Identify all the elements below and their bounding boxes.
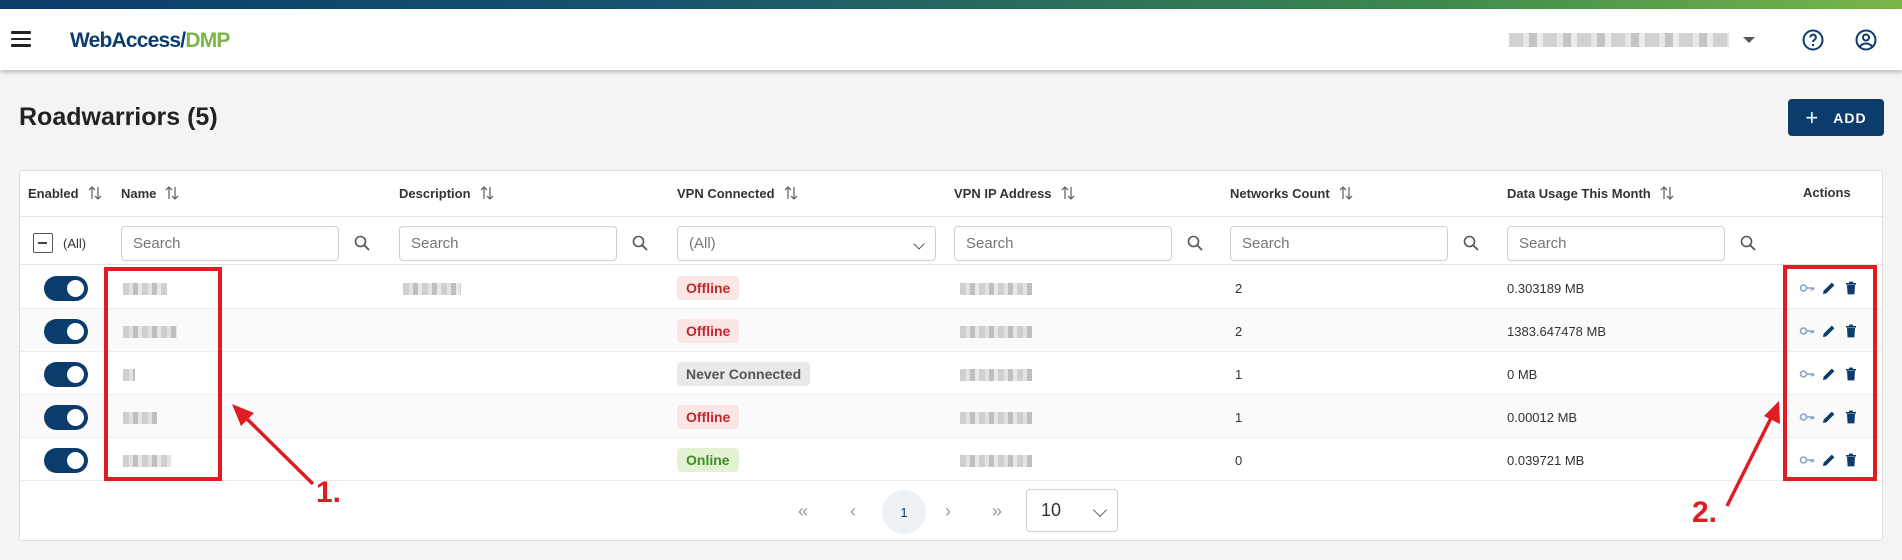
data-usage-cell: 1383.647478 MB bbox=[1507, 324, 1607, 339]
column-header-vpn-ip[interactable]: VPN IP Address bbox=[954, 185, 1076, 201]
brand-gradient-strip bbox=[0, 0, 1902, 9]
search-icon[interactable] bbox=[1740, 235, 1756, 251]
user-account-name-redacted[interactable] bbox=[1509, 33, 1729, 47]
next-page-icon[interactable]: › bbox=[945, 501, 951, 522]
search-icon[interactable] bbox=[354, 235, 370, 251]
annotation-callout-2: 2. bbox=[1692, 496, 1718, 529]
table-row[interactable]: Offline 2 0.303189 MB bbox=[20, 266, 1882, 309]
help-icon[interactable] bbox=[1801, 28, 1825, 52]
sort-icon[interactable] bbox=[783, 185, 799, 201]
account-dropdown-caret-icon[interactable] bbox=[1743, 37, 1755, 43]
data-usage-cell: 0 MB bbox=[1507, 367, 1538, 382]
sort-icon[interactable] bbox=[479, 185, 495, 201]
search-icon[interactable] bbox=[1463, 235, 1479, 251]
enabled-filter-checkbox[interactable] bbox=[33, 233, 53, 253]
filter-row: (All) (All) bbox=[20, 217, 1882, 265]
networks-count-cell: 0 bbox=[1235, 453, 1243, 468]
enabled-toggle[interactable] bbox=[44, 276, 88, 301]
table-row[interactable]: Offline 2 1383.647478 MB bbox=[20, 309, 1882, 352]
enabled-toggle[interactable] bbox=[44, 405, 88, 430]
vpn-ip-search-input[interactable] bbox=[954, 226, 1172, 261]
vpn-ip-cell-redacted bbox=[960, 412, 1032, 424]
enabled-toggle[interactable] bbox=[44, 448, 88, 473]
networks-count-cell: 1 bbox=[1235, 410, 1243, 425]
status-badge: Never Connected bbox=[677, 362, 811, 386]
data-usage-cell: 0.039721 MB bbox=[1507, 453, 1585, 468]
add-button-label: ADD bbox=[1833, 109, 1867, 126]
column-header-data-usage[interactable]: Data Usage This Month bbox=[1507, 185, 1675, 201]
last-page-icon[interactable]: » bbox=[992, 501, 1002, 522]
data-usage-cell: 0.303189 MB bbox=[1507, 281, 1585, 296]
description-search-input[interactable] bbox=[399, 226, 617, 261]
status-badge: Offline bbox=[677, 319, 740, 343]
table-header-row: Enabled Name Description VPN Connected V… bbox=[20, 171, 1882, 217]
column-header-name[interactable]: Name bbox=[121, 185, 180, 201]
vpn-connected-filter-select[interactable]: (All) bbox=[677, 226, 936, 261]
add-roadwarrior-button[interactable]: + ADD bbox=[1788, 99, 1884, 136]
app-bar: WebAccess/DMP bbox=[0, 9, 1902, 70]
status-badge: Offline bbox=[677, 276, 740, 300]
app-logo[interactable]: WebAccess/DMP bbox=[70, 29, 230, 53]
enabled-filter-label: (All) bbox=[63, 236, 87, 251]
vpn-ip-cell-redacted bbox=[960, 326, 1032, 338]
column-header-vpn-connected[interactable]: VPN Connected bbox=[677, 185, 799, 201]
vpn-ip-cell-redacted bbox=[960, 455, 1032, 467]
sort-icon[interactable] bbox=[1338, 185, 1354, 201]
networks-count-search-input[interactable] bbox=[1230, 226, 1448, 261]
enabled-toggle[interactable] bbox=[44, 362, 88, 387]
column-header-networks-count[interactable]: Networks Count bbox=[1230, 185, 1354, 201]
description-cell-redacted bbox=[403, 283, 461, 295]
annotation-callout-1: 1. bbox=[316, 476, 342, 509]
networks-count-cell: 2 bbox=[1235, 281, 1243, 296]
hamburger-menu-icon[interactable] bbox=[11, 31, 31, 47]
enabled-toggle[interactable] bbox=[44, 319, 88, 344]
sort-icon[interactable] bbox=[164, 185, 180, 201]
sort-icon[interactable] bbox=[1659, 185, 1675, 201]
annotation-box-actions-column bbox=[1783, 265, 1877, 481]
column-header-actions: Actions bbox=[1803, 185, 1851, 200]
table-row[interactable]: Online 0 0.039721 MB bbox=[20, 438, 1882, 481]
data-usage-search-input[interactable] bbox=[1507, 226, 1725, 261]
table-row[interactable]: Never Connected 1 0 MB bbox=[20, 352, 1882, 395]
pagination: « ‹ 1 › » 10 bbox=[20, 481, 1882, 537]
data-usage-cell: 0.00012 MB bbox=[1507, 410, 1578, 425]
table-row[interactable]: Offline 1 0.00012 MB bbox=[20, 395, 1882, 438]
roadwarriors-table: Enabled Name Description VPN Connected V… bbox=[19, 170, 1883, 541]
sort-icon[interactable] bbox=[87, 185, 103, 201]
annotation-box-name-column bbox=[104, 267, 222, 481]
column-header-enabled[interactable]: Enabled bbox=[28, 185, 103, 201]
chevron-down-icon bbox=[913, 238, 925, 250]
page-number-button[interactable]: 1 bbox=[882, 490, 926, 534]
sort-icon[interactable] bbox=[1060, 185, 1076, 201]
page-size-select[interactable]: 10 bbox=[1026, 489, 1118, 532]
vpn-ip-cell-redacted bbox=[960, 283, 1032, 295]
networks-count-cell: 1 bbox=[1235, 367, 1243, 382]
networks-count-cell: 2 bbox=[1235, 324, 1243, 339]
previous-page-icon[interactable]: ‹ bbox=[850, 501, 856, 522]
vpn-ip-cell-redacted bbox=[960, 369, 1032, 381]
name-search-input[interactable] bbox=[121, 226, 339, 261]
plus-icon: + bbox=[1805, 104, 1820, 130]
page-title: Roadwarriors (5) bbox=[19, 103, 218, 131]
status-badge: Online bbox=[677, 448, 739, 472]
search-icon[interactable] bbox=[1187, 235, 1203, 251]
account-circle-icon[interactable] bbox=[1854, 28, 1878, 52]
chevron-down-icon bbox=[1092, 502, 1108, 518]
search-icon[interactable] bbox=[632, 235, 648, 251]
first-page-icon[interactable]: « bbox=[798, 501, 808, 522]
status-badge: Offline bbox=[677, 405, 740, 429]
column-header-description[interactable]: Description bbox=[399, 185, 495, 201]
